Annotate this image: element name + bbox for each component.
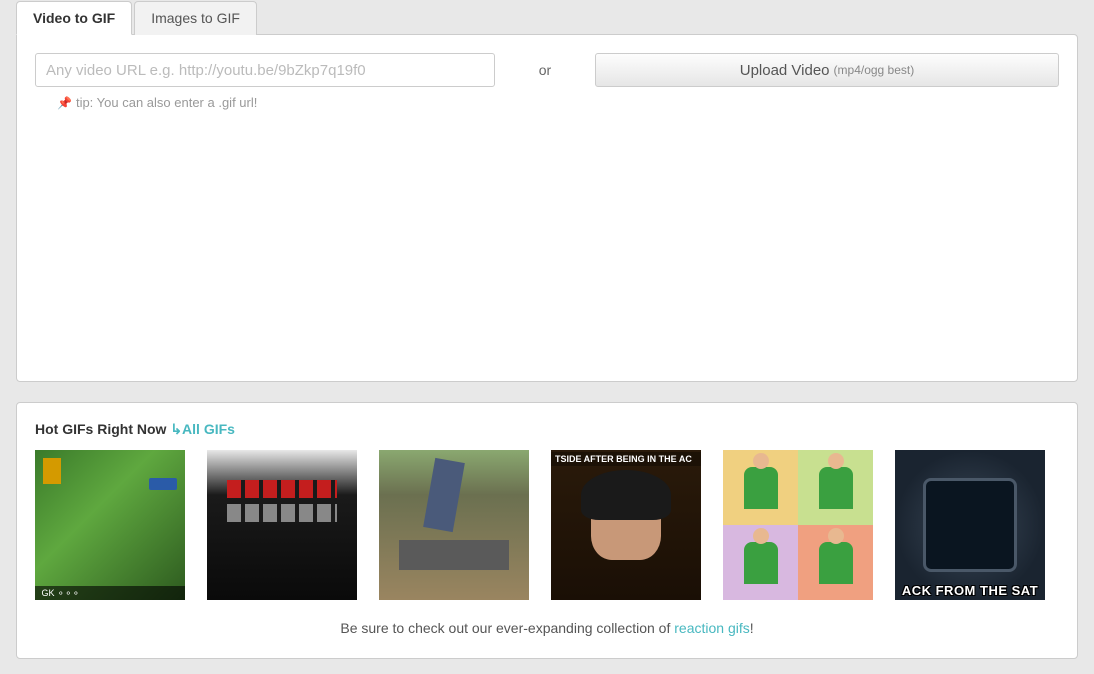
all-gifs-link[interactable]: ↳All GIFs <box>170 421 235 437</box>
gif-thumbnail[interactable] <box>207 450 357 600</box>
gif-thumbnail[interactable]: TSIDE AFTER BEING IN THE AC <box>551 450 701 600</box>
hot-gifs-header: Hot GIFs Right Now ↳All GIFs <box>35 421 1059 438</box>
footer-pre: Be sure to check out our ever-expanding … <box>340 620 674 636</box>
or-separator: or <box>495 62 595 78</box>
pin-icon: 📌 <box>57 96 72 110</box>
tab-images-to-gif[interactable]: Images to GIF <box>134 1 257 35</box>
gif-thumbnail[interactable] <box>379 450 529 600</box>
gif-thumbnail[interactable]: GK ⚬⚬⚬ <box>35 450 185 600</box>
upload-label: Upload Video <box>740 62 830 79</box>
gif-thumbnail[interactable] <box>723 450 873 600</box>
gif-thumbnail[interactable]: ACK FROM THE SAT <box>895 450 1045 600</box>
input-row: or Upload Video (mp4/ogg best) <box>35 53 1059 87</box>
gif-caption: TSIDE AFTER BEING IN THE AC <box>551 452 701 466</box>
footer-text: Be sure to check out our ever-expanding … <box>35 620 1059 636</box>
tip-text: tip: You can also enter a .gif url! <box>76 95 257 110</box>
main-panel: or Upload Video (mp4/ogg best) 📌 tip: Yo… <box>16 34 1078 382</box>
upload-video-button[interactable]: Upload Video (mp4/ogg best) <box>595 53 1059 87</box>
gif-caption: ACK FROM THE SAT <box>895 583 1045 598</box>
tip-row: 📌 tip: You can also enter a .gif url! <box>35 95 1059 110</box>
hot-gifs-title: Hot GIFs Right Now <box>35 421 166 437</box>
hot-gifs-panel: Hot GIFs Right Now ↳All GIFs GK ⚬⚬⚬ TSID… <box>16 402 1078 659</box>
thumbnail-row: GK ⚬⚬⚬ TSIDE AFTER BEING IN THE AC ACK F… <box>35 450 1059 600</box>
reaction-gifs-link[interactable]: reaction gifs <box>674 620 749 636</box>
footer-post: ! <box>750 620 754 636</box>
tab-bar: Video to GIF Images to GIF <box>16 1 1078 35</box>
tab-video-to-gif[interactable]: Video to GIF <box>16 1 132 35</box>
upload-hint: (mp4/ogg best) <box>834 63 915 77</box>
video-url-input[interactable] <box>35 53 495 87</box>
